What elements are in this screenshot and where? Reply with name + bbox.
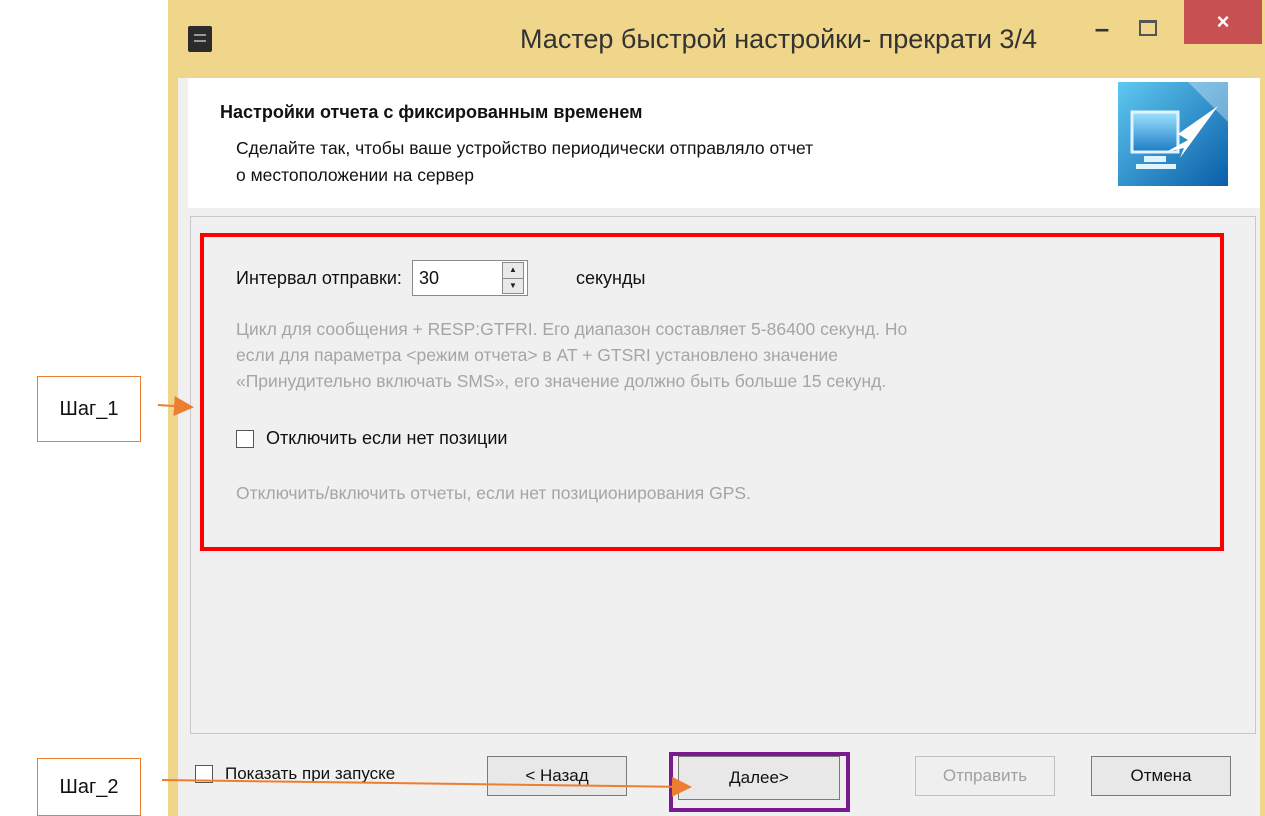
minimize-button[interactable]: –: [1082, 8, 1122, 48]
maximize-button[interactable]: [1128, 8, 1168, 48]
title-bar[interactable]: Мастер быстрой настройки- прекрати 3/4 –…: [168, 0, 1265, 78]
monitor-arrow-icon: [1118, 82, 1228, 186]
show-on-start-label: Показать при запуске: [225, 764, 396, 783]
wizard-header: Настройки отчета с фиксированным времене…: [188, 78, 1260, 208]
cancel-button[interactable]: Отмена: [1091, 756, 1231, 796]
next-button-highlight-box: [669, 752, 850, 812]
step-title: Настройки отчета с фиксированным времене…: [220, 102, 643, 122]
send-button[interactable]: Отправить: [915, 756, 1055, 796]
show-on-start-checkbox[interactable]: [195, 765, 213, 783]
back-button[interactable]: < Назад: [487, 756, 627, 796]
show-on-start-row[interactable]: Показать при запуске: [195, 764, 395, 784]
close-icon: ×: [1216, 9, 1230, 34]
step-description: Сделайте так, чтобы ваше устройство пери…: [236, 138, 814, 185]
maximize-icon: [1139, 20, 1157, 36]
step2-label: Шаг_2: [37, 758, 141, 816]
step1-highlight-box: [200, 233, 1224, 551]
step1-label: Шаг_1: [37, 376, 141, 442]
close-button[interactable]: ×: [1184, 0, 1262, 44]
minimize-icon: –: [1094, 12, 1110, 43]
